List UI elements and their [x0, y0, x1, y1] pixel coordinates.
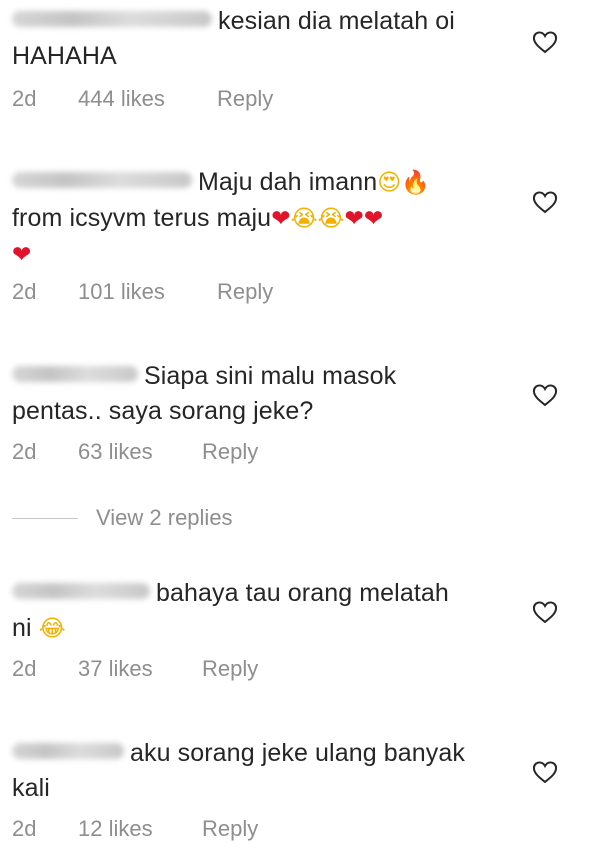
red-heart-emoji: ❤ [363, 206, 384, 232]
red-heart-emoji: ❤ [271, 206, 291, 232]
comment-text: bahaya tau orang melatah ni 😂 [12, 576, 512, 647]
like-heart-icon[interactable] [531, 758, 559, 786]
view-replies-label[interactable]: View 2 replies [96, 505, 233, 531]
reply-button[interactable]: Reply [202, 816, 258, 842]
like-heart-icon[interactable] [531, 381, 559, 409]
comment-line-1: Siapa sini malu masok [144, 362, 397, 390]
red-heart-emoji: ❤ [344, 206, 364, 232]
comment-line-2: from icsyvm terus maju [12, 204, 272, 232]
comment-time: 2d [12, 816, 37, 841]
comment-line-2: pentas.. saya sorang jeke? [12, 397, 314, 425]
comment-text: Siapa sini malu masok pentas.. saya sora… [12, 359, 512, 429]
comment-meta: 2d 101 likes Reply [12, 277, 273, 307]
like-heart-icon[interactable] [531, 28, 559, 56]
comment-likes[interactable]: 63 likes [78, 439, 190, 465]
fire-emoji: 🔥 [401, 170, 431, 196]
username-blurred[interactable] [12, 366, 138, 383]
heart-eyes-emoji: 😍 [377, 170, 402, 196]
username-blurred[interactable] [12, 743, 124, 760]
username-blurred[interactable] [12, 583, 150, 600]
comment-time: 2d [12, 86, 37, 111]
comment-time: 2d [12, 439, 37, 464]
reply-button[interactable]: Reply [202, 439, 258, 465]
comment-meta: 2d 63 likes Reply [12, 437, 258, 467]
comment-likes[interactable]: 37 likes [78, 656, 190, 682]
tears-of-joy-emoji: 😂 [38, 616, 66, 642]
comment-meta: 2d 444 likes Reply [12, 84, 273, 114]
comment-line-1: kesian dia melatah oi [218, 7, 455, 35]
comment-meta: 2d 12 likes Reply [12, 814, 258, 844]
comment-text: Maju dah imann😍🔥 from icsyvm terus maju❤… [12, 165, 512, 273]
comment-time: 2d [12, 656, 37, 681]
comment-line-1: aku sorang jeke ulang banyak [130, 739, 465, 767]
crying-emoji: 😭 [290, 206, 318, 232]
comment-likes[interactable]: 101 likes [78, 279, 205, 305]
replies-divider-line [12, 517, 78, 519]
view-replies-button[interactable]: View 2 replies [12, 505, 233, 531]
reply-button[interactable]: Reply [217, 86, 273, 112]
comment-line-2: HAHAHA [12, 42, 117, 70]
like-heart-icon[interactable] [531, 188, 559, 216]
like-heart-icon[interactable] [531, 598, 559, 626]
comment-likes[interactable]: 444 likes [78, 86, 205, 112]
comment-line-2: ni [12, 614, 32, 642]
reply-button[interactable]: Reply [217, 279, 273, 305]
comment-line-1: Maju dah imann [198, 168, 378, 196]
comment-likes[interactable]: 12 likes [78, 816, 190, 842]
comment-line-2: kali [12, 774, 50, 802]
comment-line-1: bahaya tau orang melatah [156, 579, 449, 607]
reply-button[interactable]: Reply [202, 656, 258, 682]
comment-time: 2d [12, 279, 37, 304]
username-blurred[interactable] [12, 11, 212, 28]
username-blurred[interactable] [12, 172, 192, 189]
comment-meta: 2d 37 likes Reply [12, 654, 258, 684]
red-heart-emoji: ❤ [12, 242, 32, 268]
comment-text: kesian dia melatah oi HAHAHA [12, 4, 512, 74]
comment-text: aku sorang jeke ulang banyak kali [12, 736, 512, 806]
crying-emoji: 😭 [317, 206, 345, 232]
